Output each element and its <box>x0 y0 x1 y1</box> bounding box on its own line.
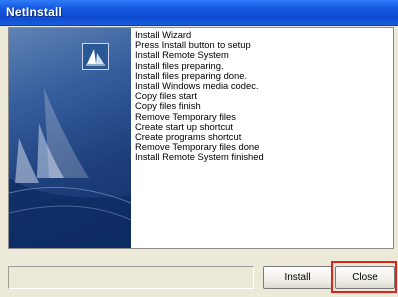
install-log: Install Wizard Press Install button to s… <box>135 29 390 163</box>
close-button[interactable]: Close <box>335 266 395 289</box>
install-panel: Install Wizard Press Install button to s… <box>8 27 394 249</box>
netinstall-logo-icon <box>82 43 109 70</box>
status-field <box>8 266 254 289</box>
title-bar[interactable]: NetInstall <box>0 0 398 26</box>
sailboat-graphic-icon <box>9 88 131 248</box>
window-title: NetInstall <box>6 5 63 19</box>
install-button[interactable]: Install <box>263 266 332 289</box>
installer-banner <box>9 28 131 248</box>
log-line: Install Remote System finished <box>135 151 264 163</box>
